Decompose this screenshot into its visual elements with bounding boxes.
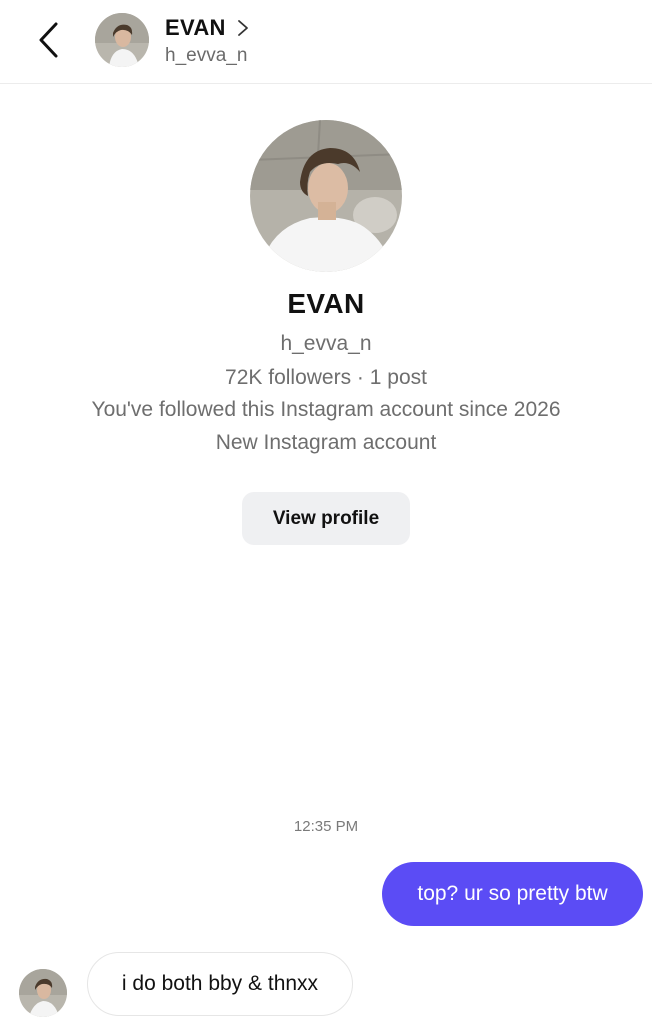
header-name-link[interactable]: EVAN <box>165 15 250 41</box>
profile-name: EVAN <box>287 288 365 319</box>
header-avatar[interactable] <box>95 13 149 67</box>
back-button[interactable] <box>28 18 68 62</box>
account-note: New Instagram account <box>215 431 437 454</box>
avatar-photo <box>19 969 67 1017</box>
header-username: h_evva_n <box>165 45 248 66</box>
message-timestamp: 12:35 PM <box>293 818 359 835</box>
view-profile-button[interactable]: View profile <box>242 492 410 545</box>
follow-info: You've followed this Instagram account s… <box>91 398 561 421</box>
incoming-message[interactable]: i do both bby & thnxx <box>87 952 353 1016</box>
sender-avatar[interactable] <box>19 969 67 1017</box>
profile-photo <box>250 120 402 272</box>
profile-stats: 72K followers · 1 post <box>225 366 427 389</box>
outgoing-message[interactable]: top? ur so pretty btw <box>382 862 643 926</box>
chevron-left-icon <box>39 22 58 58</box>
profile-username: h_evva_n <box>280 332 372 355</box>
profile-avatar[interactable] <box>250 120 402 272</box>
chat-header: EVAN h_evva_n <box>0 0 652 84</box>
header-name: EVAN <box>165 15 226 40</box>
avatar-photo <box>95 13 149 67</box>
chevron-right-icon <box>237 20 248 36</box>
